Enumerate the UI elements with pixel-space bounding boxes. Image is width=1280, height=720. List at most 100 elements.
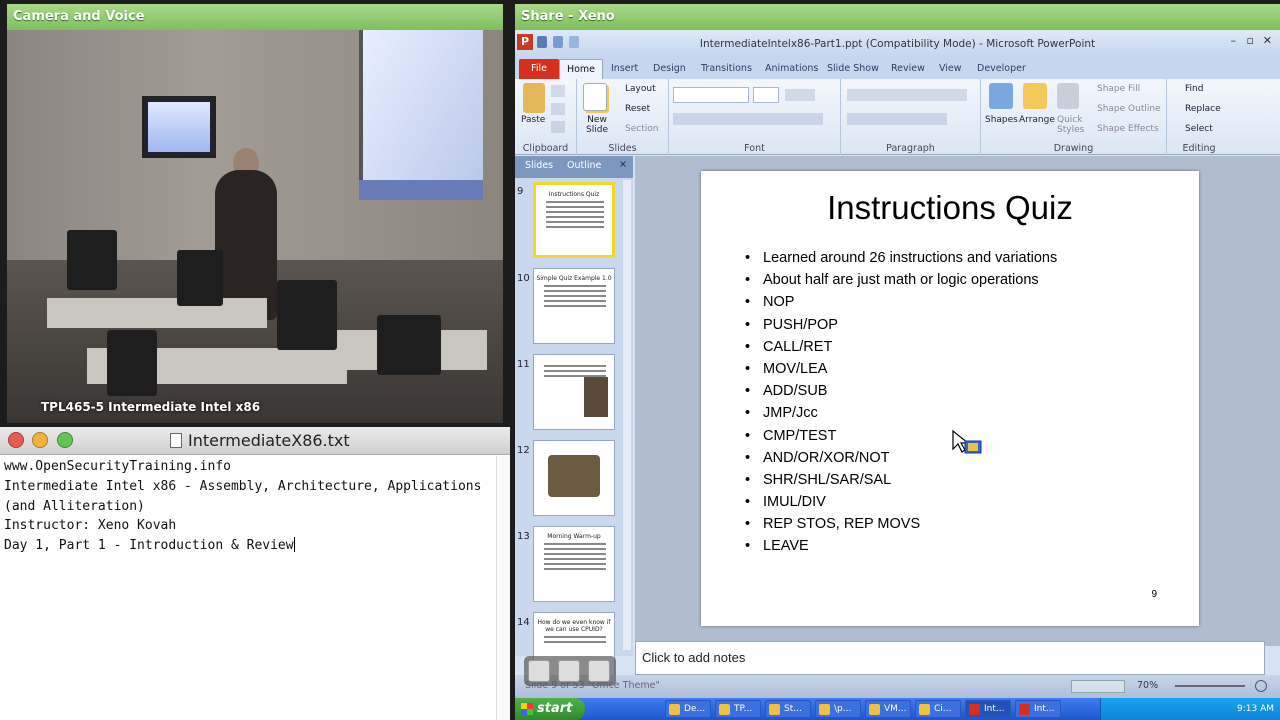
shape-outline-button[interactable]: Shape Outline (1097, 104, 1161, 114)
slides-pane-scrollbar[interactable] (623, 180, 631, 650)
ppt-titlebar: P IntermediateIntelx86-Part1.ppt (Compat… (515, 30, 1280, 57)
room-monitor-2 (177, 250, 223, 306)
section-button[interactable]: Section (625, 124, 658, 134)
maximize-icon[interactable] (57, 432, 73, 448)
close-icon[interactable] (8, 432, 24, 448)
bold-italic-underline-icons[interactable] (673, 113, 823, 125)
tab-transitions[interactable]: Transitions (701, 59, 752, 79)
wall-monitor (142, 96, 216, 158)
current-slide[interactable]: Instructions Quiz Learned around 26 inst… (701, 171, 1199, 626)
windows-logo-icon (521, 703, 533, 715)
slide-bullet: SHR/SHL/SAR/SAL (745, 469, 1057, 491)
room-monitor-5 (107, 330, 157, 396)
text-editor-filename: IntermediateX86.txt (170, 431, 350, 450)
reset-button[interactable]: Reset (625, 104, 650, 114)
slide-thumbnail[interactable]: Morning Warm-up (533, 526, 615, 602)
tab-file[interactable]: File (519, 59, 559, 79)
copy-icon[interactable] (551, 103, 565, 115)
quick-styles-icon[interactable] (1057, 83, 1079, 109)
new-slide-icon[interactable] (583, 83, 607, 111)
shapes-icon[interactable] (989, 83, 1013, 109)
system-tray: 9:13 AM (1100, 698, 1280, 720)
taskbar-item[interactable]: Int... (965, 700, 1011, 718)
tab-insert[interactable]: Insert (611, 59, 638, 79)
arrange-icon[interactable] (1023, 83, 1047, 109)
shape-effects-button[interactable]: Shape Effects (1097, 124, 1159, 134)
taskbar-item[interactable]: TP... (715, 700, 761, 718)
font-name-combo[interactable] (673, 87, 749, 103)
cut-icon[interactable] (551, 85, 565, 97)
slide-number: 9 (1151, 589, 1157, 600)
layout-button[interactable]: Layout (625, 84, 656, 94)
taskbar-item[interactable]: Ci... (915, 700, 961, 718)
tab-home[interactable]: Home (559, 59, 603, 79)
zoom-slider[interactable] (1175, 685, 1245, 687)
slide-bullet: CMP/TEST (745, 425, 1057, 447)
minimize-share-icon[interactable] (528, 660, 550, 682)
taskbar-item[interactable]: \p... (815, 700, 861, 718)
paste-button[interactable]: Paste (521, 115, 545, 125)
tab-slides[interactable]: Slides (525, 160, 553, 171)
tab-outline[interactable]: Outline (567, 160, 601, 171)
tab-animations[interactable]: Animations (765, 59, 818, 79)
tab-developer[interactable]: Developer (977, 59, 1026, 79)
fit-to-window-icon[interactable] (1255, 680, 1267, 692)
slide-bullet: About half are just math or logic operat… (745, 269, 1057, 291)
text-line: Intermediate Intel x86 - Assembly, Archi… (4, 478, 482, 494)
taskbar-item[interactable]: VM... (865, 700, 911, 718)
zoom-level: 70% (1137, 680, 1159, 691)
minimize-icon[interactable] (32, 432, 48, 448)
close-pane-icon[interactable]: × (619, 159, 627, 170)
slide-bullet: Learned around 26 instructions and varia… (745, 247, 1057, 269)
text-line-last: Day 1, Part 1 - Introduction & Review (4, 537, 295, 554)
select-button[interactable]: Select (1185, 124, 1213, 134)
slide-bullet: AND/OR/XOR/NOT (745, 447, 1057, 469)
taskbar-item[interactable]: De... (665, 700, 711, 718)
slide-thumbnail[interactable] (533, 354, 615, 430)
text-editor-content[interactable]: www.OpenSecurityTraining.info Intermedia… (0, 455, 510, 558)
slide-thumbnail[interactable]: Simple Quiz Example 1.0 (533, 268, 615, 344)
paragraph-group-label: Paragraph (886, 143, 935, 154)
minimize-window-icon[interactable]: – (1231, 34, 1237, 47)
slide-thumbnail-selected[interactable]: Instructions Quiz (533, 182, 615, 258)
font-size-combo[interactable] (753, 87, 779, 103)
share-panel-title: Share - Xeno (521, 9, 615, 24)
clock: 9:13 AM (1237, 704, 1274, 714)
replace-button[interactable]: Replace (1185, 104, 1221, 114)
taskbar-item[interactable]: St... (765, 700, 811, 718)
editing-group-label: Editing (1182, 143, 1216, 154)
new-slide-button[interactable]: New Slide (581, 115, 613, 135)
find-button[interactable]: Find (1185, 84, 1203, 94)
paste-icon[interactable] (523, 83, 545, 113)
close-window-icon[interactable]: ✕ (1263, 34, 1272, 47)
thumbnail-number: 12 (517, 445, 530, 456)
taskbar-item[interactable]: Int... (1015, 700, 1061, 718)
text-editor-scrollbar[interactable] (496, 456, 510, 720)
start-button[interactable]: start (515, 698, 585, 720)
tab-slide-show[interactable]: Slide Show (827, 59, 879, 79)
tab-view[interactable]: View (939, 59, 962, 79)
thumbnail-number: 9 (517, 186, 524, 197)
slides-group: New Slide Layout Reset Section Slides (577, 79, 669, 155)
restore-window-icon[interactable]: ▫ (1247, 34, 1254, 47)
shapes-button[interactable]: Shapes (985, 115, 1018, 125)
slide-thumbnail[interactable] (533, 440, 615, 516)
tab-review[interactable]: Review (891, 59, 925, 79)
fullscreen-icon[interactable] (588, 660, 610, 682)
tab-design[interactable]: Design (653, 59, 686, 79)
shape-fill-button[interactable]: Shape Fill (1097, 84, 1140, 94)
grow-font-icon[interactable] (785, 89, 815, 101)
notes-input[interactable]: Click to add notes (635, 641, 1265, 675)
view-buttons[interactable] (1071, 680, 1125, 693)
window-mode-icon[interactable] (558, 660, 580, 682)
text-line: www.OpenSecurityTraining.info (4, 459, 231, 474)
arrange-button[interactable]: Arrange (1019, 115, 1055, 125)
text-line: Instructor: Xeno Kovah (4, 518, 177, 534)
align-text-icons[interactable] (847, 113, 947, 125)
thumbnail-number: 13 (517, 531, 530, 542)
slide-bullet: NOP (745, 291, 1057, 313)
quick-styles-button[interactable]: Quick Styles (1057, 115, 1084, 135)
format-painter-icon[interactable] (551, 121, 565, 133)
room-monitor-4 (377, 315, 441, 375)
bullets-numbering-icons[interactable] (847, 89, 967, 101)
